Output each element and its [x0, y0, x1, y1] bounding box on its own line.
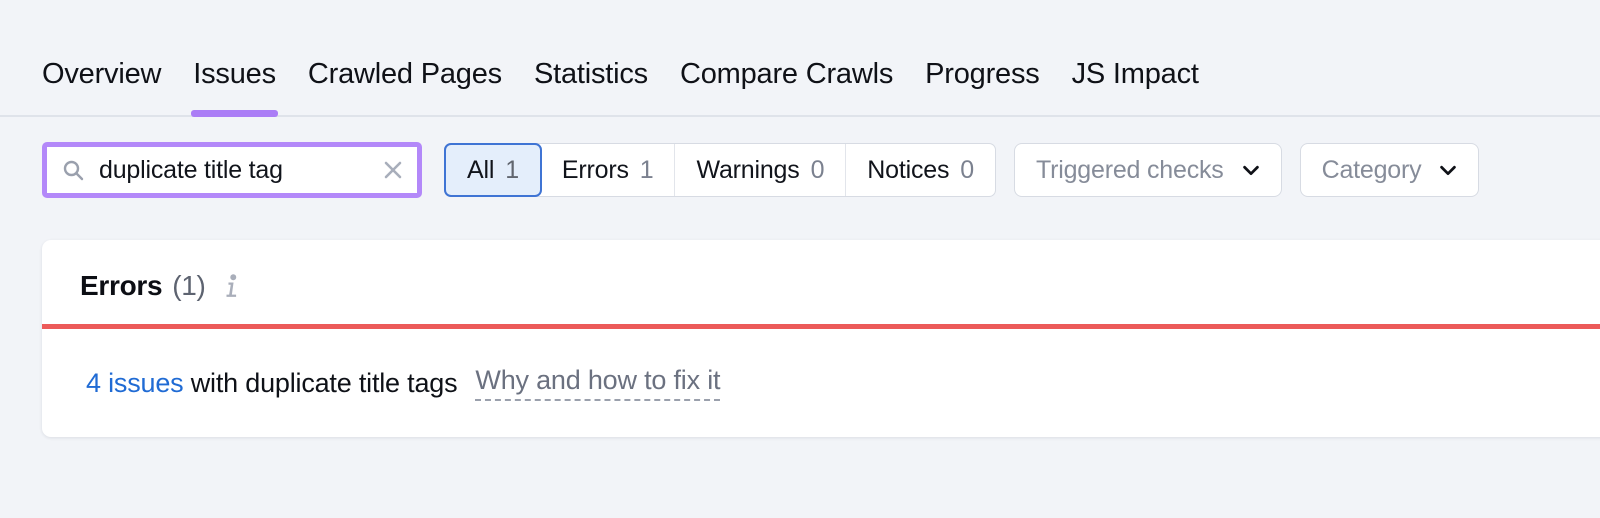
segment-count: 0: [960, 155, 974, 184]
errors-card: Errors (1) 4 issues with duplicate title…: [42, 240, 1600, 437]
tab-label: Overview: [42, 58, 162, 90]
segment-label: Errors: [561, 155, 629, 184]
tab-label: Issues: [193, 58, 276, 90]
tab-bar: Overview Issues Crawled Pages Statistics…: [0, 48, 1600, 117]
tab-overview[interactable]: Overview: [42, 48, 161, 115]
errors-count: (1): [172, 270, 206, 301]
chevron-down-icon: [1242, 165, 1259, 176]
close-icon[interactable]: [381, 158, 405, 182]
tab-label: Progress: [925, 58, 1040, 90]
search-box[interactable]: [42, 142, 422, 198]
issue-count-link[interactable]: 4 issues: [86, 368, 184, 398]
issue-description-text: with duplicate title tags: [183, 367, 458, 398]
segment-errors[interactable]: Errors 1: [541, 144, 676, 196]
tab-js-impact[interactable]: JS Impact: [1072, 48, 1199, 115]
search-input[interactable]: [85, 155, 381, 185]
segment-count: 1: [639, 155, 654, 184]
tab-issues[interactable]: Issues: [191, 48, 278, 117]
category-dropdown[interactable]: Category: [1299, 143, 1480, 197]
errors-card-header: Errors (1): [42, 240, 1600, 302]
segment-count: 0: [810, 155, 825, 184]
tab-label: Crawled Pages: [307, 58, 502, 90]
tab-label: JS Impact: [1071, 58, 1199, 90]
segment-all[interactable]: All 1: [444, 143, 542, 197]
tab-statistics[interactable]: Statistics: [534, 48, 648, 115]
issue-description: 4 issues with duplicate title tags: [86, 367, 458, 399]
tab-progress[interactable]: Progress: [925, 48, 1040, 115]
tab-compare-crawls[interactable]: Compare Crawls: [680, 48, 893, 115]
segment-count: 1: [505, 155, 519, 184]
triggered-checks-dropdown[interactable]: Triggered checks: [1013, 143, 1282, 197]
info-icon[interactable]: [224, 274, 240, 298]
chevron-down-icon: [1440, 165, 1457, 176]
why-and-how-to-fix-link[interactable]: Why and how to fix it: [475, 365, 721, 401]
tab-label: Statistics: [533, 58, 648, 90]
issue-type-segmented-control: All 1 Errors 1 Warnings 0 Notices 0: [444, 143, 996, 197]
dropdown-label: Triggered checks: [1035, 155, 1224, 184]
page-title: Errors: [80, 270, 163, 301]
segment-label: All: [467, 155, 495, 184]
tab-label: Compare Crawls: [679, 58, 894, 90]
dropdown-label: Category: [1321, 155, 1422, 184]
segment-warnings[interactable]: Warnings 0: [675, 144, 847, 196]
segment-notices[interactable]: Notices 0: [846, 144, 995, 196]
segment-label: Notices: [867, 155, 950, 184]
tab-list: Overview Issues Crawled Pages Statistics…: [42, 48, 1199, 117]
search-icon: [63, 160, 84, 181]
filter-toolbar: All 1 Errors 1 Warnings 0 Notices 0 Trig…: [42, 142, 1480, 198]
segment-label: Warnings: [696, 155, 800, 184]
issue-row: 4 issues with duplicate title tags Why a…: [42, 329, 1600, 437]
tab-crawled-pages[interactable]: Crawled Pages: [308, 48, 502, 115]
